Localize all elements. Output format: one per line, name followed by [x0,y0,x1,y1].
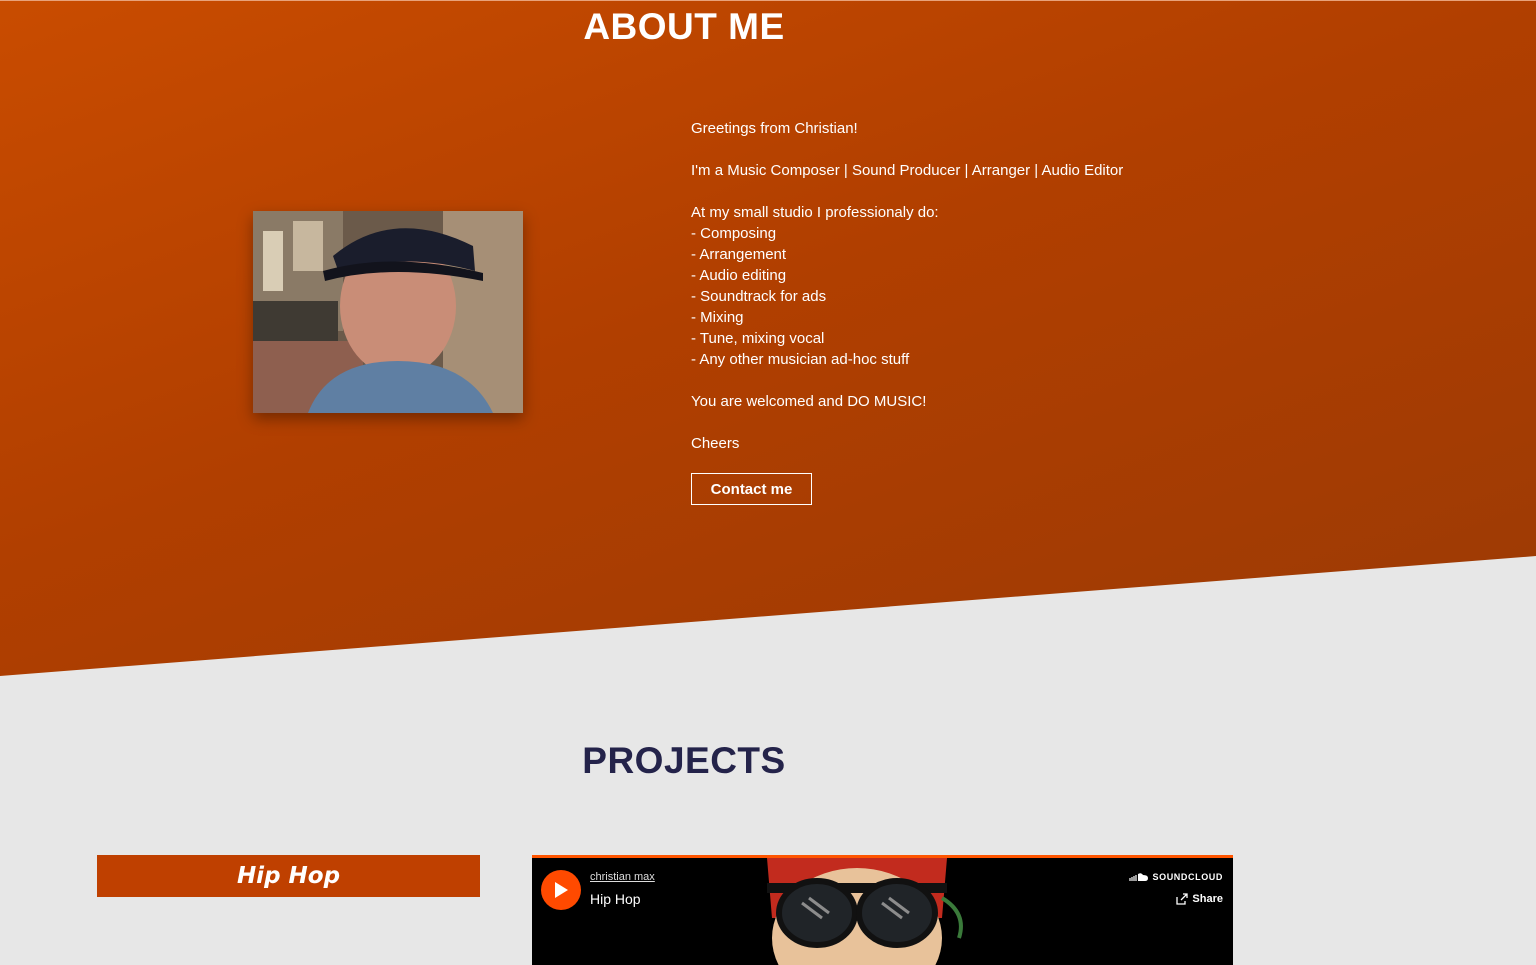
soundcloud-icon [1128,873,1148,881]
projects-title: PROJECTS [582,740,786,781]
about-description: Greetings from Christian! I'm a Music Co… [691,118,1291,454]
about-title: ABOUT ME [583,6,785,47]
share-button[interactable]: Share [1176,893,1223,905]
about-line: - Audio editing [691,267,787,284]
about-line: At my small studio I professionaly do: [691,204,939,221]
about-line: You are welcomed and DO MUSIC! [691,393,927,410]
about-line: I'm a Music Composer | Sound Producer | … [691,162,1124,179]
track-artwork [727,858,987,965]
about-line: Cheers [691,435,740,452]
genre-tab-hip-hop[interactable]: Hip Hop [97,855,480,897]
about-line: - Composing [691,225,777,242]
about-line: Greetings from Christian! [691,120,858,137]
play-icon [555,882,568,898]
artist-link[interactable]: christian max [590,871,655,883]
about-line: - Arrangement [691,246,787,263]
play-button[interactable] [541,870,581,910]
track-title: Hip Hop [590,891,641,907]
about-line: - Any other musician ad-hoc stuff [691,351,910,368]
about-line: - Soundtrack for ads [691,288,827,305]
soundcloud-player[interactable]: christian max Hip Hop SOUNDCLOUD Share [532,855,1233,965]
contact-me-button[interactable]: Contact me [691,473,812,505]
profile-photo [253,211,523,413]
top-divider [0,0,1536,1]
about-line: - Mixing [691,309,744,326]
share-label: Share [1192,893,1223,905]
soundcloud-label: SOUNDCLOUD [1152,872,1223,882]
soundcloud-logo[interactable]: SOUNDCLOUD [1128,872,1224,882]
share-icon [1176,893,1189,905]
about-line: - Tune, mixing vocal [691,330,825,347]
